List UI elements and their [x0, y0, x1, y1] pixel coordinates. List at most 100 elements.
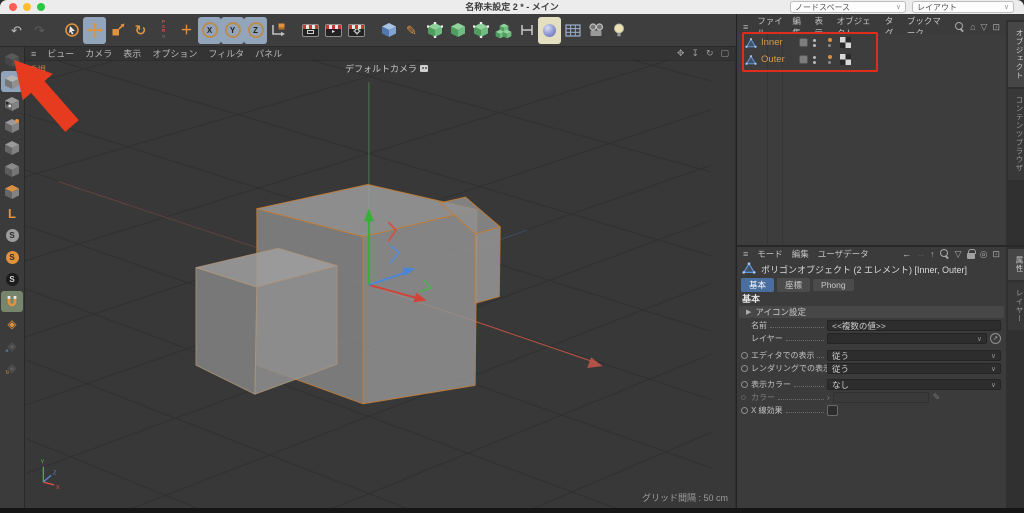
am-menu-userdata[interactable]: ユーザデータ	[818, 248, 869, 260]
snap-magnet-icon[interactable]	[1, 291, 23, 312]
search-icon[interactable]	[940, 249, 950, 259]
flag-icon[interactable]: ⊡	[992, 249, 1000, 260]
viewport-menu-display[interactable]: 表示	[123, 47, 141, 60]
rotate-view-icon[interactable]: ↻	[706, 48, 714, 59]
editor-visibility-dropdown[interactable]: 従う∨	[827, 350, 1001, 361]
icon-settings-row[interactable]: ▶ アイコン設定	[739, 306, 1004, 318]
viewport-menu-panel[interactable]: パネル	[255, 47, 282, 60]
psr-keys-icon[interactable]: PSR○	[152, 17, 175, 44]
workplane-mode-icon[interactable]	[1, 115, 23, 136]
nodespace-dropdown[interactable]: ノードスペース∨	[790, 1, 906, 13]
minimize-window-button[interactable]	[23, 3, 31, 11]
up-arrow-icon[interactable]: ↑	[930, 249, 935, 259]
pan-view-icon[interactable]: ✥	[677, 48, 685, 59]
back-arrow-icon[interactable]: ←	[902, 249, 911, 259]
lock-icon[interactable]	[967, 253, 975, 259]
keyframe-circle-icon[interactable]	[741, 352, 748, 359]
display-color-dropdown[interactable]: なし∨	[827, 379, 1001, 390]
coordinate-system-icon[interactable]	[267, 17, 290, 44]
side-tab-objects[interactable]: オブジェクト	[1008, 22, 1024, 87]
mograph-cloner-icon[interactable]	[492, 17, 515, 44]
viewport-canvas[interactable]: Y X Z 透視 デフォルトカメラ グリッド間隔 : 50 cm	[25, 61, 735, 508]
snap-3d-icon[interactable]: S	[1, 269, 23, 290]
inner-cube-object[interactable]	[196, 248, 337, 394]
enable-toggle-icon[interactable]	[799, 55, 808, 64]
edges-mode-icon[interactable]	[1, 159, 23, 180]
visibility-dots-icon[interactable]	[813, 56, 816, 64]
menu-icon[interactable]: ≡	[743, 249, 748, 259]
redo-icon[interactable]: ↷	[28, 17, 51, 44]
x-axis-lock-button[interactable]: X	[198, 17, 221, 44]
layer-dropdown[interactable]: ∨	[827, 333, 987, 344]
object-row-outer[interactable]: Outer	[737, 51, 1006, 68]
workplane-lock-icon[interactable]: ◈■	[1, 335, 23, 356]
object-name[interactable]: Inner	[761, 37, 795, 48]
make-editable-icon[interactable]	[1, 49, 23, 70]
camera-label[interactable]: デフォルトカメラ	[345, 62, 428, 75]
workplane-rotate-icon[interactable]: ◈↻	[1, 357, 23, 378]
target-icon[interactable]: ◎	[980, 249, 988, 260]
am-menu-edit[interactable]: 編集	[792, 248, 809, 260]
zoom-view-icon[interactable]: ↧	[691, 48, 699, 59]
uvw-tag-icon[interactable]	[840, 37, 851, 48]
attribute-tab-座標[interactable]: 座標	[777, 278, 810, 292]
move-tool-icon[interactable]	[83, 17, 106, 44]
name-input[interactable]: <<複数の値>>	[827, 320, 1001, 331]
menu-icon[interactable]: ≡	[743, 22, 748, 32]
attribute-tab-Phong[interactable]: Phong	[813, 279, 854, 291]
points-mode-icon[interactable]	[1, 137, 23, 158]
am-menu-mode[interactable]: モード	[757, 248, 783, 260]
object-name[interactable]: Outer	[761, 54, 795, 65]
workplane-icon[interactable]: L	[1, 203, 23, 224]
viewport-menu-filter[interactable]: フィルタ	[208, 47, 244, 60]
render-picture-viewer-icon[interactable]: ▸	[322, 17, 345, 44]
axis-modify-icon[interactable]: ＋	[175, 17, 198, 44]
side-tab-content-browser[interactable]: コンテンツブラウザ	[1008, 89, 1024, 180]
keyframe-circle-icon[interactable]	[741, 381, 748, 388]
light-icon[interactable]	[607, 17, 630, 44]
volume-builder-icon[interactable]	[538, 17, 561, 44]
flag-icon[interactable]: ⊡	[992, 22, 1000, 33]
y-axis-lock-button[interactable]: Y	[221, 17, 244, 44]
viewport-menu-view[interactable]: ビュー	[47, 47, 74, 60]
search-icon[interactable]	[955, 22, 965, 32]
keyframe-circle-icon[interactable]	[741, 365, 748, 372]
layer-pick-button[interactable]: ↗	[990, 333, 1001, 344]
keyframe-circle-icon[interactable]	[741, 407, 748, 414]
object-row-inner[interactable]: Inner	[737, 34, 1006, 51]
spacing-icon[interactable]	[515, 17, 538, 44]
filter-icon[interactable]: ▽	[955, 249, 962, 260]
scale-tool-icon[interactable]	[106, 17, 129, 44]
render-view-icon[interactable]	[299, 17, 322, 44]
interaction-dots-icon[interactable]	[828, 38, 832, 47]
zoom-window-button[interactable]	[37, 3, 45, 11]
path-icon[interactable]: ⌂	[970, 22, 975, 32]
xray-checkbox[interactable]	[827, 405, 838, 416]
maximize-view-icon[interactable]: ▢	[720, 48, 729, 59]
undo-icon[interactable]: ↶	[5, 17, 28, 44]
snap-off-icon[interactable]: S	[1, 225, 23, 246]
snap-2d-icon[interactable]: S	[1, 247, 23, 268]
layout-dropdown[interactable]: レイアウト∨	[912, 1, 1014, 13]
forward-arrow-icon[interactable]: →	[916, 249, 925, 259]
menu-icon[interactable]: ≡	[31, 49, 36, 59]
side-tab-attributes[interactable]: 属性	[1008, 249, 1024, 280]
attribute-tab-基本[interactable]: 基本	[741, 278, 774, 292]
z-axis-lock-button[interactable]: Z	[244, 17, 267, 44]
interaction-dots-icon[interactable]	[828, 55, 832, 64]
uvw-tag-icon[interactable]	[840, 54, 851, 65]
polygons-mode-icon[interactable]	[1, 181, 23, 202]
quantize-icon[interactable]: ◈	[1, 313, 23, 334]
live-selection-icon[interactable]	[60, 17, 83, 44]
model-mode-icon[interactable]	[1, 71, 23, 92]
viewport-menu-options[interactable]: オプション	[152, 47, 197, 60]
side-tab-layers[interactable]: レイヤー	[1008, 282, 1024, 330]
camera-icon[interactable]	[584, 17, 607, 44]
close-window-button[interactable]	[9, 3, 17, 11]
rotate-tool-icon[interactable]: ↻	[129, 17, 152, 44]
render-visibility-dropdown[interactable]: 従う∨	[827, 363, 1001, 374]
render-settings-icon[interactable]	[345, 17, 368, 44]
add-cube-icon[interactable]	[377, 17, 400, 44]
viewport-menu-camera[interactable]: カメラ	[85, 47, 112, 60]
subdivision-surface-icon[interactable]	[423, 17, 446, 44]
